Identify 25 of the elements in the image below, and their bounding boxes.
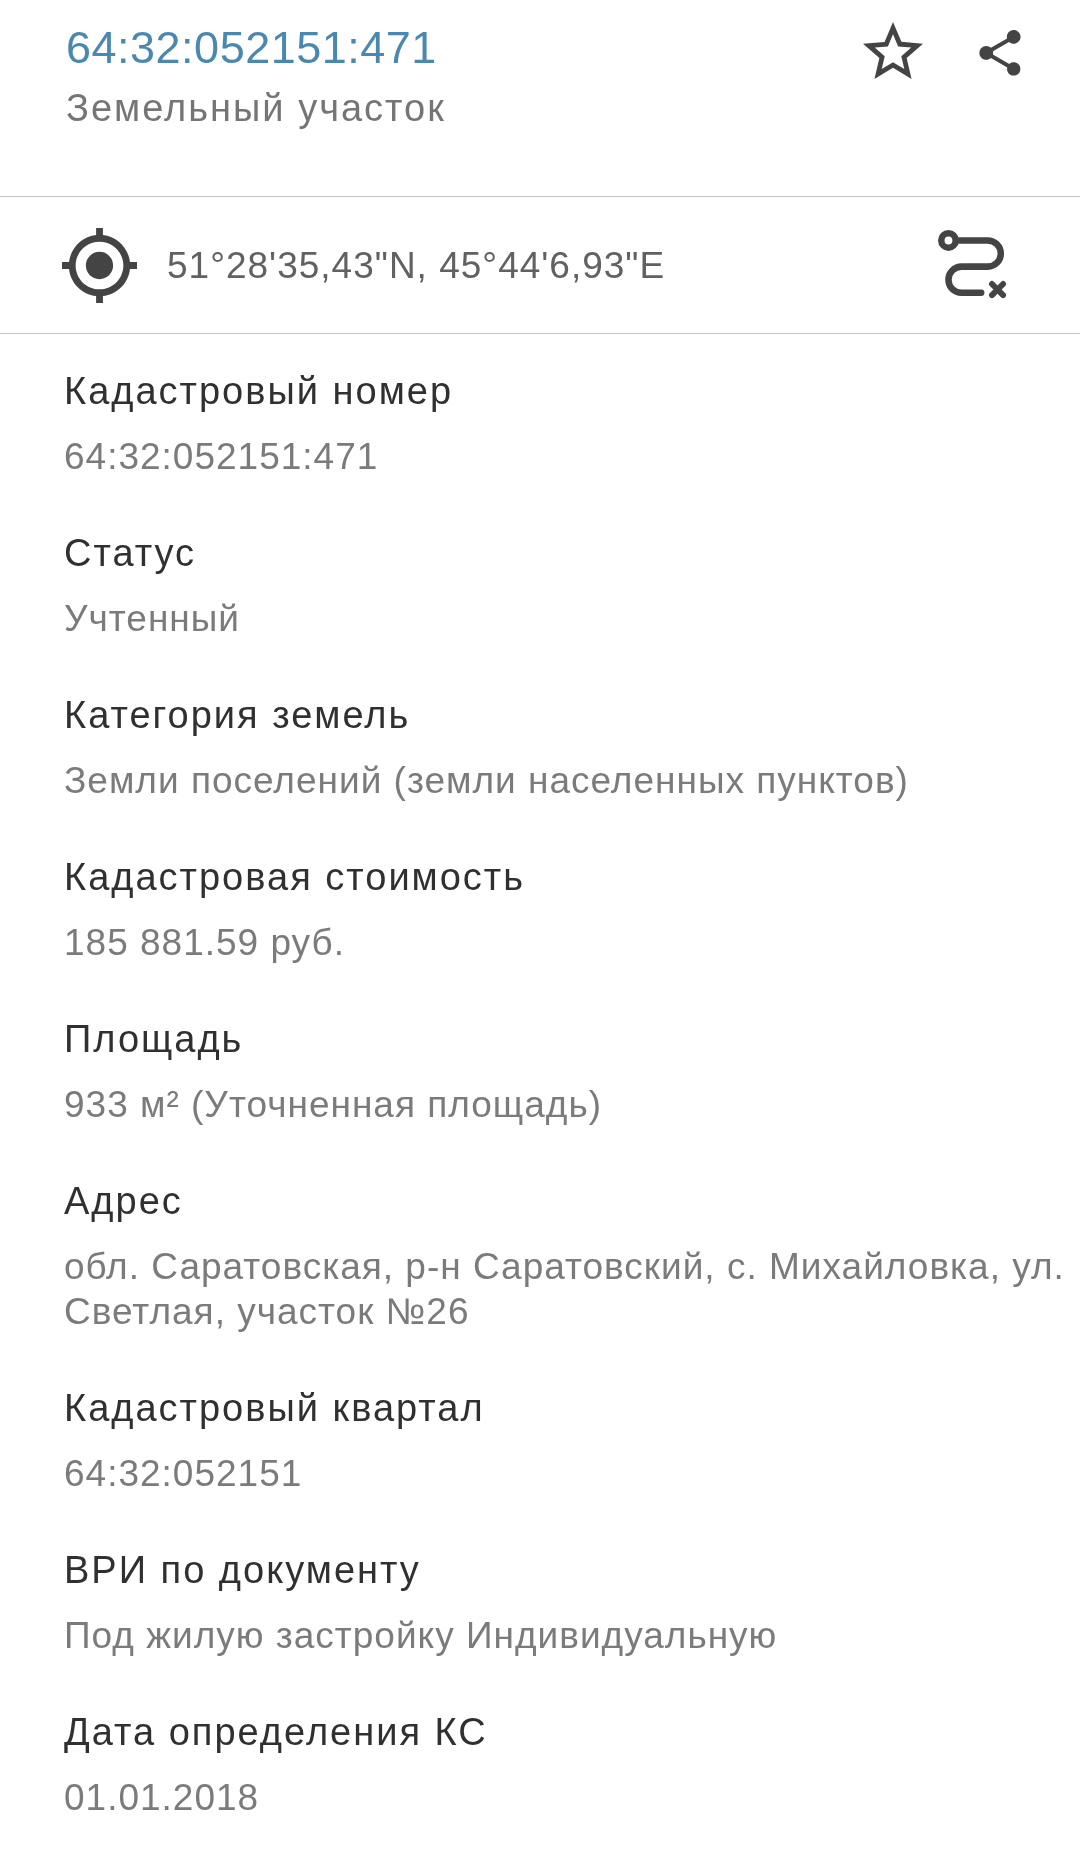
location-target-icon[interactable] xyxy=(62,227,137,303)
field-label: Статус xyxy=(64,531,197,576)
field-value: 185 881.59 руб. xyxy=(64,921,345,965)
field-value: 64:32:052151 xyxy=(64,1452,303,1496)
share-icon[interactable] xyxy=(976,29,1024,76)
field-value: 01.01.2018 xyxy=(64,1776,260,1820)
field-value: 933 м² (Уточненная площадь) xyxy=(64,1083,603,1127)
field-label: Кадастровый квартал xyxy=(64,1386,485,1431)
star-icon[interactable] xyxy=(863,22,923,79)
field-label: Кадастровая стоимость xyxy=(64,855,526,900)
field-value: 64:32:052151:471 xyxy=(64,435,379,479)
parcel-type-subtitle: Земельный участок xyxy=(66,86,446,131)
field-label: Кадастровый номер xyxy=(64,369,454,414)
field-value: обл. Саратовская, р-н Саратовский, с. Михайловка, ул. Светлая, участок №26 xyxy=(64,1245,1066,1334)
field-value: Земли поселений (земли населенных пунктов) xyxy=(64,759,909,803)
field-value: Учтенный xyxy=(64,597,241,641)
field-label: Площадь xyxy=(64,1017,244,1062)
field-label: Адрес xyxy=(64,1179,183,1224)
parcel-number-title: 64:32:052151:471 xyxy=(66,22,437,74)
field-value: Под жилую застройку Индивидуальную xyxy=(64,1614,778,1658)
route-icon[interactable] xyxy=(938,230,1008,300)
field-label: Дата определения КС xyxy=(64,1710,488,1755)
field-label: Категория земель xyxy=(64,693,411,738)
coordinates-text: 51°28'35,43"N, 45°44'6,93"E xyxy=(167,243,666,288)
field-label: ВРИ по документу xyxy=(64,1548,421,1593)
